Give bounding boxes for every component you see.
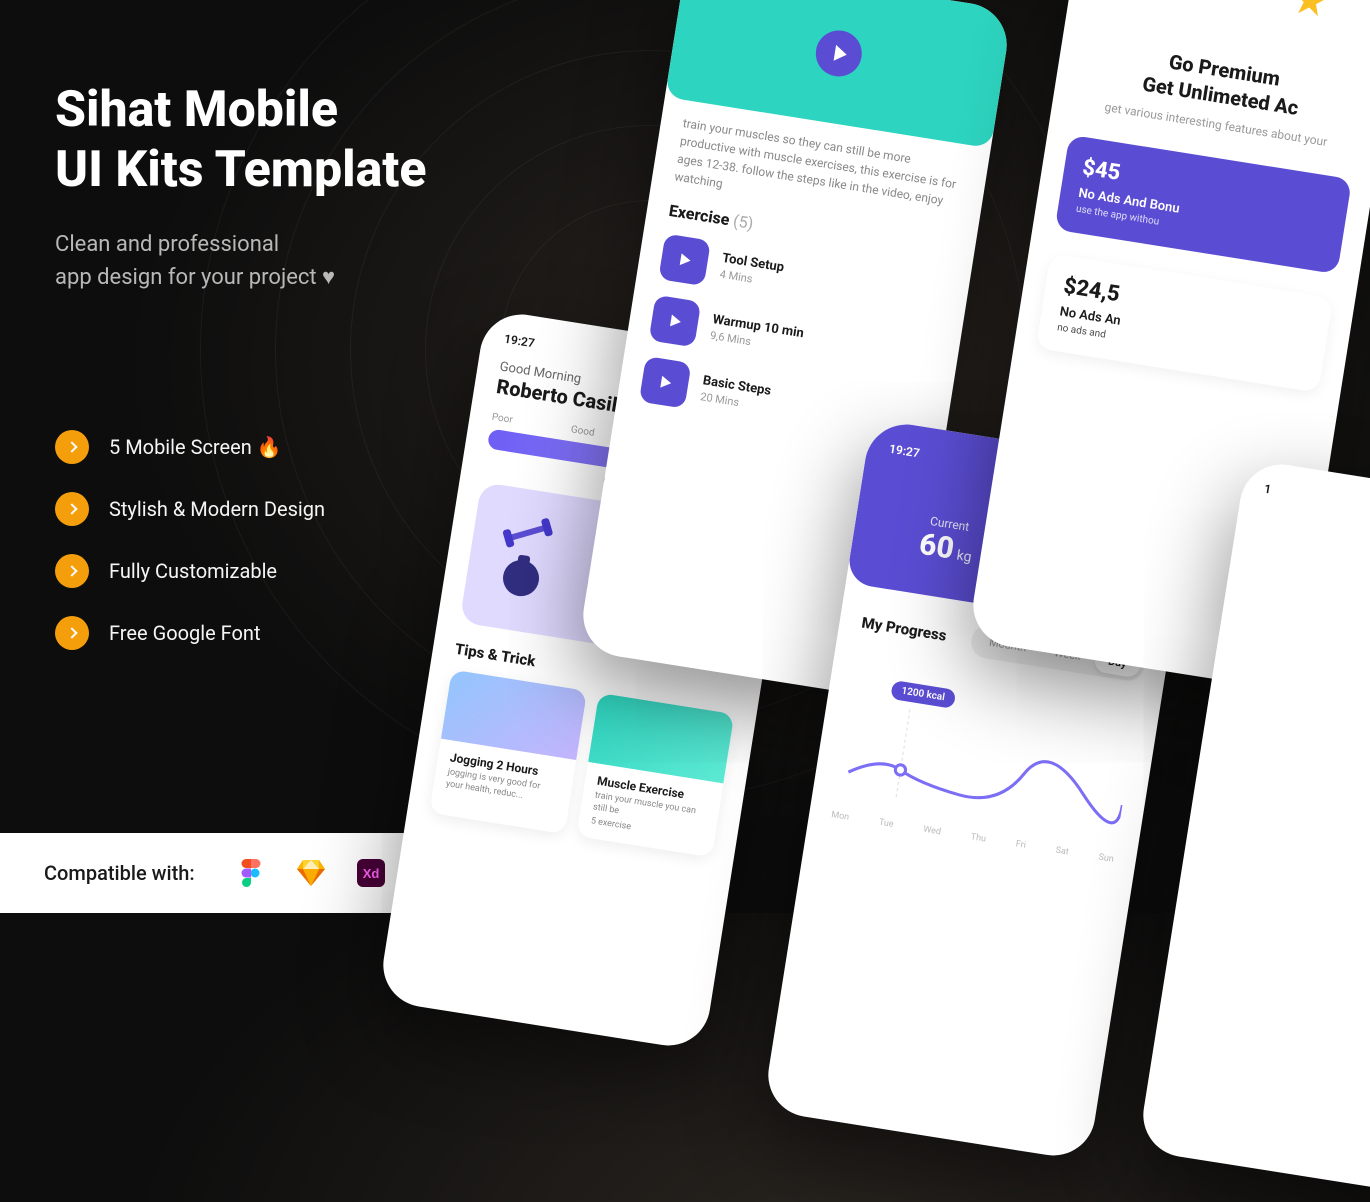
feature-list: 5 Mobile Screen 🔥 Stylish & Modern Desig…	[55, 430, 325, 678]
pricing-plan-primary[interactable]: $45 No Ads And Bonu use the app withou	[1055, 134, 1352, 274]
chevron-right-icon	[55, 492, 89, 526]
chevron-right-icon	[55, 554, 89, 588]
svg-text:Xd: Xd	[362, 866, 379, 881]
tip-card-muscle[interactable]: Muscle Exercise train your muscle you ca…	[576, 693, 734, 858]
star-icon: ★	[1286, 0, 1355, 42]
hero-subtitle: Clean and professional app design for yo…	[55, 228, 426, 294]
gym-equipment-icon	[487, 509, 581, 614]
status-time: 19:27	[503, 332, 536, 351]
chevron-right-icon	[55, 430, 89, 464]
hero-title: Sihat Mobile UI Kits Template	[55, 80, 426, 200]
sketch-icon	[295, 857, 327, 889]
status-time: 1	[1263, 482, 1272, 497]
figma-icon	[235, 857, 267, 889]
feature-item: Free Google Font	[55, 616, 325, 650]
adobe-xd-icon: Xd	[355, 857, 387, 889]
play-icon[interactable]	[639, 356, 692, 409]
compatible-bar: Compatible with: Xd	[0, 833, 431, 913]
play-icon[interactable]	[658, 234, 711, 287]
stat-current: Current 60 kg	[917, 513, 977, 570]
play-icon[interactable]	[812, 27, 865, 80]
hero-section: Sihat Mobile UI Kits Template Clean and …	[55, 80, 426, 294]
compatible-label: Compatible with:	[44, 861, 195, 885]
pricing-plan-secondary[interactable]: $24,5 No Ads An no ads and	[1036, 253, 1333, 393]
chevron-right-icon	[55, 616, 89, 650]
progress-heading: My Progress	[860, 613, 947, 644]
feature-item: Stylish & Modern Design	[55, 492, 325, 526]
tip-card-jogging[interactable]: Jogging 2 Hours jogging is very good for…	[429, 669, 587, 834]
play-icon[interactable]	[649, 295, 702, 348]
status-time: 19:27	[888, 442, 921, 461]
feature-item: Fully Customizable	[55, 554, 325, 588]
feature-item: 5 Mobile Screen 🔥	[55, 430, 325, 464]
